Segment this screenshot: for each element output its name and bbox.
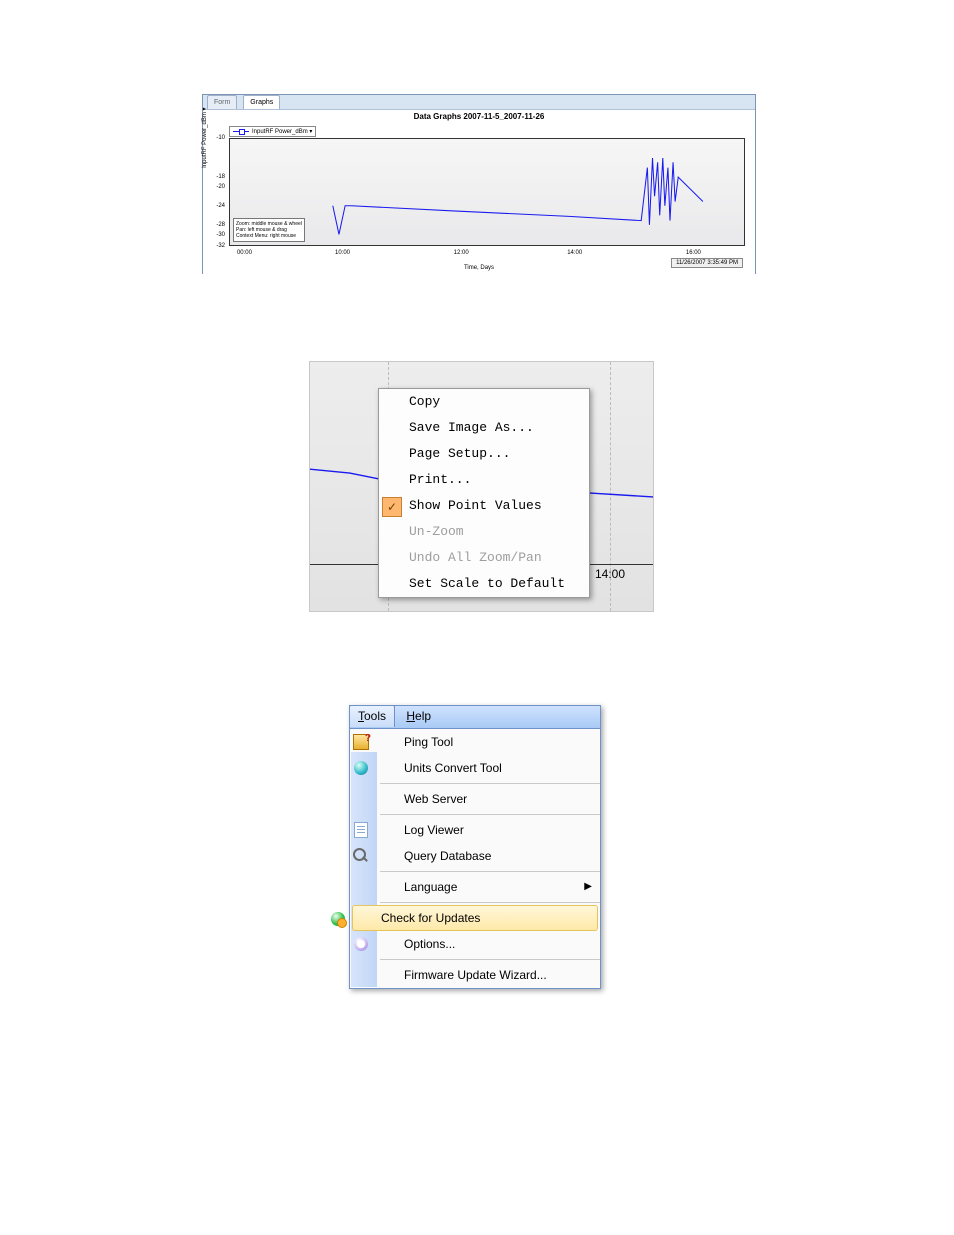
tools-web-server[interactable]: Web Server bbox=[350, 786, 600, 812]
tools-options-label: Options... bbox=[404, 937, 455, 951]
chart-help-box: Zoom: middle mouse & wheel Pan: left mou… bbox=[233, 218, 305, 242]
x-tick: 10:00 bbox=[335, 250, 350, 256]
tools-updates-label: Check for Updates bbox=[381, 911, 480, 925]
tools-firmware-label: Firmware Update Wizard... bbox=[404, 968, 547, 982]
y-tick: -20 bbox=[203, 184, 227, 190]
y-tick: -28 bbox=[203, 222, 227, 228]
tools-ping[interactable]: Ping Tool bbox=[350, 729, 600, 755]
ctx-undo-all-zoom-pan: Undo All Zoom/Pan bbox=[379, 545, 589, 571]
globe-icon bbox=[329, 910, 347, 928]
chart-context-menu: Copy Save Image As... Page Setup... Prin… bbox=[378, 388, 590, 598]
tab-strip: Form Graphs bbox=[203, 95, 755, 110]
ctx-save-image[interactable]: Save Image As... bbox=[379, 415, 589, 441]
tools-ping-label: Ping Tool bbox=[404, 735, 453, 749]
log-icon bbox=[352, 821, 370, 839]
ctx-print[interactable]: Print... bbox=[379, 467, 589, 493]
tools-web-label: Web Server bbox=[404, 792, 467, 806]
ping-icon bbox=[352, 733, 370, 751]
x-axis-labels: 00:00 10:00 12:00 14:00 16:00 bbox=[229, 250, 745, 260]
menu-separator bbox=[380, 814, 600, 815]
y-tick: -18 bbox=[203, 174, 227, 180]
tools-language-label: Language bbox=[404, 880, 457, 894]
ctx-copy[interactable]: Copy bbox=[379, 389, 589, 415]
tools-log-label: Log Viewer bbox=[404, 823, 464, 837]
menu-separator bbox=[380, 783, 600, 784]
tools-units-convert[interactable]: Units Convert Tool bbox=[350, 755, 600, 781]
legend-label: InputRF Power_dBm ▾ bbox=[252, 129, 312, 135]
tools-units-label: Units Convert Tool bbox=[404, 761, 502, 775]
gear-icon bbox=[352, 935, 370, 953]
tools-language[interactable]: Language ▶ bbox=[350, 874, 600, 900]
tools-log-viewer[interactable]: Log Viewer bbox=[350, 817, 600, 843]
menu-separator bbox=[380, 902, 600, 903]
tools-query-label: Query Database bbox=[404, 849, 491, 863]
menu-tools[interactable]: Tools bbox=[349, 705, 395, 727]
chart-timestamp: 11/26/2007 3:35:49 PM bbox=[671, 258, 743, 268]
menu-separator bbox=[380, 871, 600, 872]
chart-body[interactable]: Data Graphs 2007-11-5_2007-11-26 InputRF… bbox=[203, 110, 755, 274]
tools-check-updates[interactable]: Check for Updates bbox=[352, 905, 598, 931]
y-tick: -24 bbox=[203, 203, 227, 209]
tools-options[interactable]: Options... bbox=[350, 931, 600, 957]
plot-area[interactable] bbox=[229, 138, 745, 246]
x-tick: 14:00 bbox=[567, 250, 582, 256]
legend-line-icon bbox=[233, 131, 249, 132]
chart-line bbox=[230, 139, 744, 245]
ctx-page-setup[interactable]: Page Setup... bbox=[379, 441, 589, 467]
check-icon: ✓ bbox=[382, 497, 402, 517]
menubar: Tools Help bbox=[349, 705, 601, 729]
submenu-arrow-icon: ▶ bbox=[584, 874, 592, 900]
tools-query-database[interactable]: Query Database bbox=[350, 843, 600, 869]
menu-separator bbox=[380, 959, 600, 960]
ctx-set-scale-default[interactable]: Set Scale to Default bbox=[379, 571, 589, 597]
chart-legend[interactable]: InputRF Power_dBm ▾ bbox=[229, 126, 316, 137]
ctx-unzoom: Un-Zoom bbox=[379, 519, 589, 545]
y-axis-title: InputRF Power_dBm ▾ bbox=[201, 107, 208, 167]
y-tick: -32 bbox=[203, 243, 227, 249]
tools-menu-figure: Tools Help Ping Tool Units Convert Tool … bbox=[349, 705, 601, 989]
x-tick: 12:00 bbox=[454, 250, 469, 256]
tools-dropdown: Ping Tool Units Convert Tool Web Server … bbox=[349, 729, 601, 989]
menu-tools-label: ools bbox=[364, 709, 386, 723]
units-icon bbox=[352, 759, 370, 777]
help-line: Context Menu: right mouse bbox=[236, 233, 302, 239]
y-tick: -30 bbox=[203, 232, 227, 238]
chart-title: Data Graphs 2007-11-5_2007-11-26 bbox=[203, 110, 755, 121]
x-tick: 00:00 bbox=[237, 250, 252, 256]
ctx-show-point-values[interactable]: ✓ Show Point Values bbox=[379, 493, 589, 519]
tab-graphs[interactable]: Graphs bbox=[243, 95, 280, 109]
x-tick-label: 14:00 bbox=[595, 567, 625, 581]
menu-help-label: elp bbox=[415, 709, 431, 723]
x-tick: 16:00 bbox=[686, 250, 701, 256]
query-icon bbox=[352, 847, 370, 865]
tab-form[interactable]: Form bbox=[207, 95, 237, 109]
menu-help[interactable]: Help bbox=[398, 706, 439, 726]
tools-firmware-wizard[interactable]: Firmware Update Wizard... bbox=[350, 962, 600, 988]
chart-context-menu-figure: 14:00 Copy Save Image As... Page Setup..… bbox=[309, 361, 654, 612]
chart-window: Form Graphs Data Graphs 2007-11-5_2007-1… bbox=[202, 94, 756, 274]
ctx-show-point-values-label: Show Point Values bbox=[409, 498, 542, 513]
